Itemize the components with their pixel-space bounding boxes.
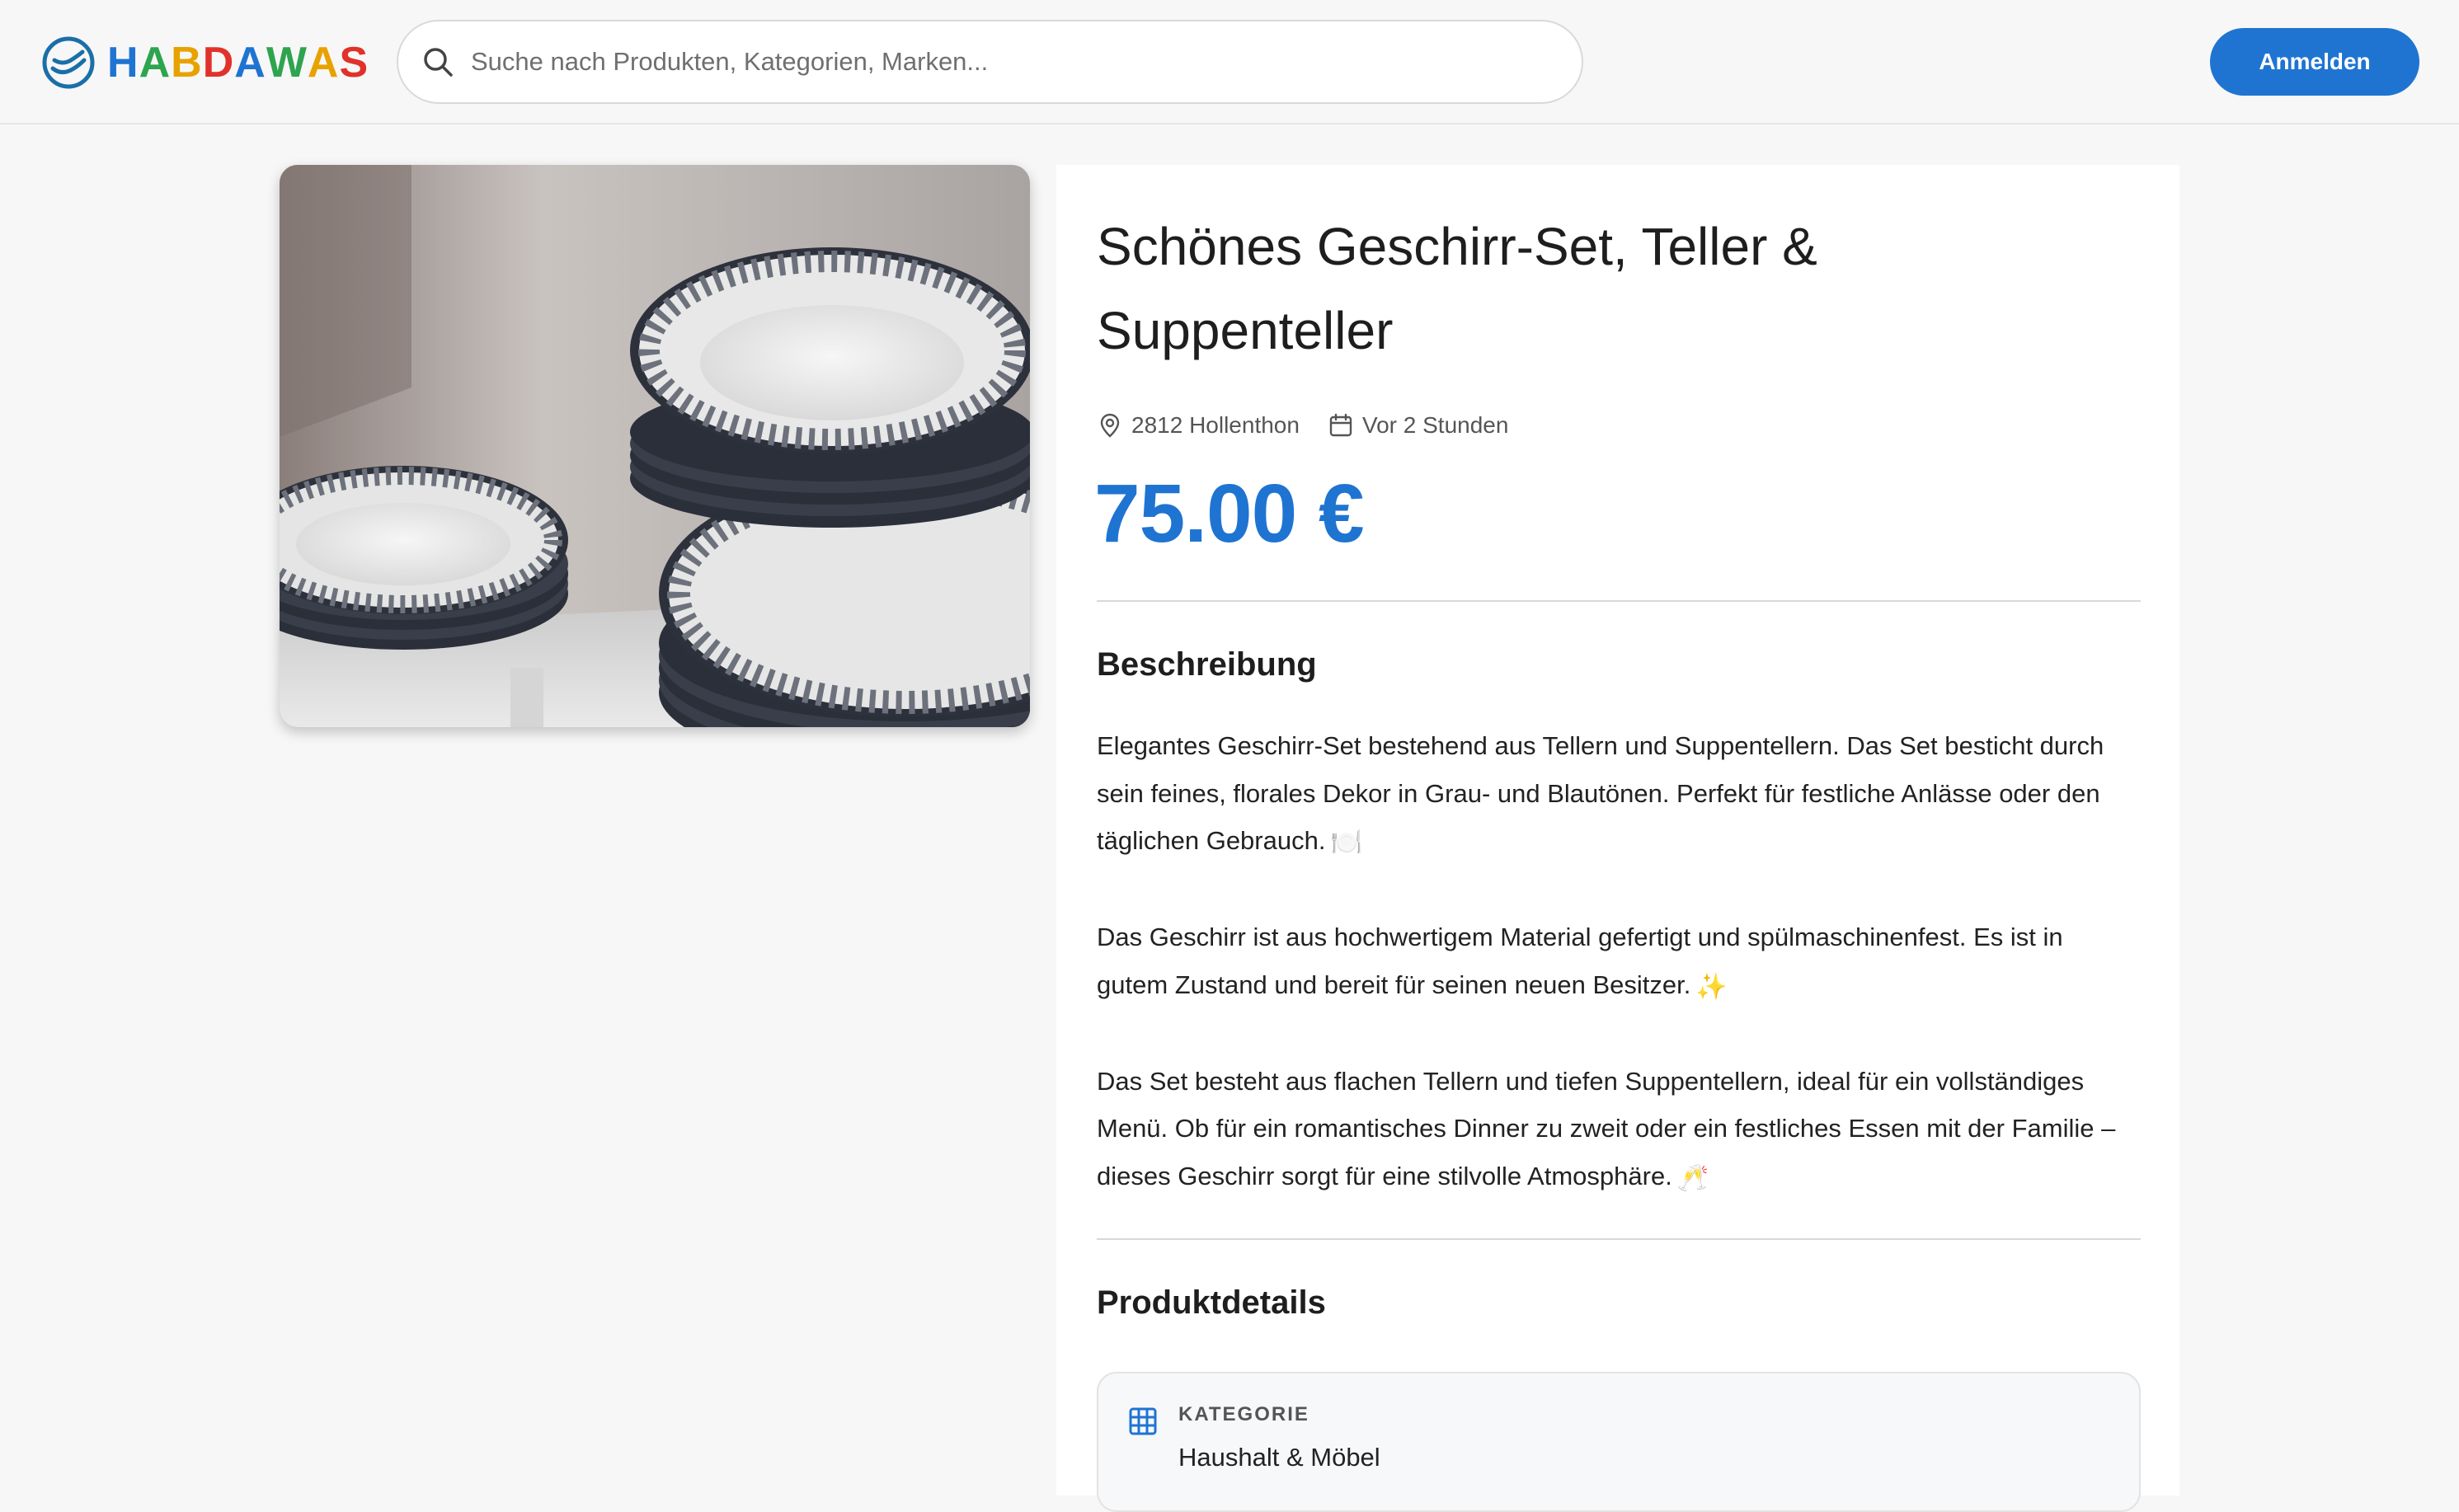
description-paragraph: Elegantes Geschirr-Set bestehend aus Tel… [1097,722,2141,866]
detail-card-category: KATEGORIE Haushalt & Möbel [1097,1372,2141,1512]
logo-hands-icon [42,36,95,89]
logo-letter: A [307,39,340,87]
sparkles-emoji-icon: ✨ [1695,971,1728,1001]
grid-icon [1129,1407,1157,1435]
posted-text: Vor 2 Stunden [1361,412,1509,438]
description-paragraph: Das Geschirr ist aus hochwertigem Materi… [1097,913,2141,1010]
logo-letter: W [266,39,308,87]
search-icon [424,48,453,77]
search-input[interactable] [471,37,1543,87]
logo-letter: B [171,39,203,87]
posted-date: Vor 2 Stunden [1328,412,1508,439]
divider [1097,1238,2141,1240]
product-image[interactable] [280,165,1030,727]
login-button[interactable]: Anmelden [2210,28,2419,96]
location: 2812 Hollenthon [1097,412,1300,439]
description-body: Elegantes Geschirr-Set bestehend aus Tel… [1097,722,2141,1201]
logo-letter: A [234,39,266,87]
logo-letter: S [339,39,369,87]
top-bar: HABDAWAS Anmelden [0,0,2459,124]
calendar-icon [1329,413,1352,437]
champagne-emoji-icon: 🥂 [1676,1162,1709,1192]
plate-emoji-icon: 🍽️ [1330,828,1363,857]
product-meta: 2812 Hollenthon Vor 2 Stunden [1097,412,1536,439]
search-bar[interactable] [397,20,1583,104]
location-pin-icon [1100,413,1120,438]
logo[interactable]: HABDAWAS [41,31,369,94]
description-paragraph: Das Set besteht aus flachen Tellern und … [1097,1058,2141,1202]
divider [1097,600,2141,602]
logo-wordmark: HABDAWAS [107,41,369,84]
product-detail-panel: Schönes Geschirr-Set, Teller & Suppentel… [1056,165,2179,1512]
plates-photo [280,165,1030,727]
description-heading: Beschreibung [1097,646,1317,683]
details-heading: Produktdetails [1097,1284,1326,1321]
logo-letter: H [107,39,139,87]
logo-letter: D [202,39,235,87]
product-price: 75.00 € [1094,467,1365,560]
product-title: Schönes Geschirr-Set, Teller & Suppentel… [1097,217,1817,360]
detail-label: KATEGORIE [1178,1403,1309,1425]
location-text: 2812 Hollenthon [1131,412,1300,438]
logo-letter: A [139,39,172,87]
detail-value: Haushalt & Möbel [1178,1443,1380,1472]
